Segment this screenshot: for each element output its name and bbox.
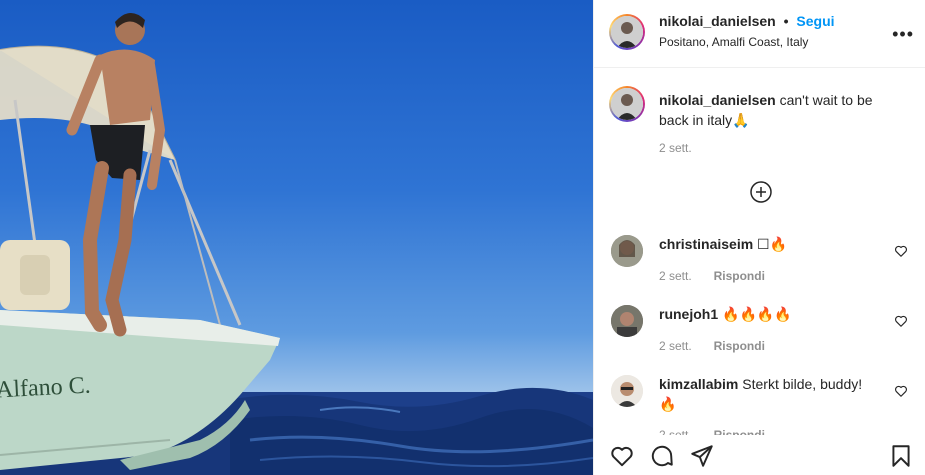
avatar-photo-icon bbox=[611, 235, 643, 267]
post-location[interactable]: Positano, Amalfi Coast, Italy bbox=[659, 35, 808, 49]
boat-name-text: Alfano C. bbox=[0, 372, 92, 404]
share-icon[interactable] bbox=[689, 443, 715, 469]
post-header: nikolai_danielsen • Segui Positano, Amal… bbox=[594, 0, 925, 68]
more-horizontal-icon[interactable]: ••• bbox=[892, 24, 914, 45]
author-avatar[interactable] bbox=[609, 14, 645, 50]
comment-icon[interactable] bbox=[649, 443, 675, 469]
caption-author-avatar[interactable] bbox=[609, 86, 645, 122]
avatar-photo-icon bbox=[611, 88, 643, 120]
avatar-photo-icon bbox=[611, 305, 643, 337]
reply-button[interactable]: Rispondi bbox=[714, 339, 765, 353]
commenter-avatar[interactable] bbox=[611, 375, 643, 407]
comment-author[interactable]: christinaiseim bbox=[659, 236, 753, 252]
comment-time[interactable]: 2 sett. bbox=[659, 269, 692, 283]
comment-item: runejoh1 🔥🔥🔥🔥 2 sett. Rispondi bbox=[594, 302, 925, 360]
post-action-bar bbox=[594, 435, 925, 475]
heart-icon[interactable] bbox=[894, 314, 908, 328]
comment-text: 🔥🔥🔥🔥 bbox=[722, 306, 792, 322]
commenter-avatar[interactable] bbox=[611, 305, 643, 337]
caption: nikolai_danielsen can't wait to be back … bbox=[594, 86, 925, 166]
caption-time[interactable]: 2 sett. bbox=[659, 141, 692, 155]
post-photo[interactable]: Alfano C. bbox=[0, 0, 593, 475]
photo-scene bbox=[0, 12, 593, 475]
heart-icon[interactable] bbox=[894, 384, 908, 398]
comment-item: kimzallabim Sterkt bilde, buddy! 🔥 2 set… bbox=[594, 372, 925, 442]
load-more-comments-button[interactable] bbox=[749, 180, 773, 204]
comment-author[interactable]: kimzallabim bbox=[659, 376, 738, 392]
follow-button[interactable]: Segui bbox=[796, 13, 834, 29]
comment-author[interactable]: runejoh1 bbox=[659, 306, 718, 322]
caption-author[interactable]: nikolai_danielsen bbox=[659, 92, 776, 108]
avatar-photo-icon bbox=[611, 375, 643, 407]
avatar-photo-icon bbox=[611, 16, 643, 48]
commenter-avatar[interactable] bbox=[611, 235, 643, 267]
comment-time[interactable]: 2 sett. bbox=[659, 339, 692, 353]
heart-icon[interactable] bbox=[609, 443, 635, 469]
bookmark-icon[interactable] bbox=[888, 443, 914, 469]
reply-button[interactable]: Rispondi bbox=[714, 269, 765, 283]
author-username[interactable]: nikolai_danielsen bbox=[659, 13, 776, 29]
comment-item: christinaiseim ☐🔥 2 sett. Rispondi bbox=[594, 232, 925, 290]
separator-dot: • bbox=[783, 13, 789, 29]
post-side-panel: nikolai_danielsen • Segui Positano, Amal… bbox=[593, 0, 925, 475]
plus-circle-icon bbox=[750, 181, 772, 203]
heart-icon[interactable] bbox=[894, 244, 908, 258]
comment-text: ☐🔥 bbox=[757, 236, 788, 252]
